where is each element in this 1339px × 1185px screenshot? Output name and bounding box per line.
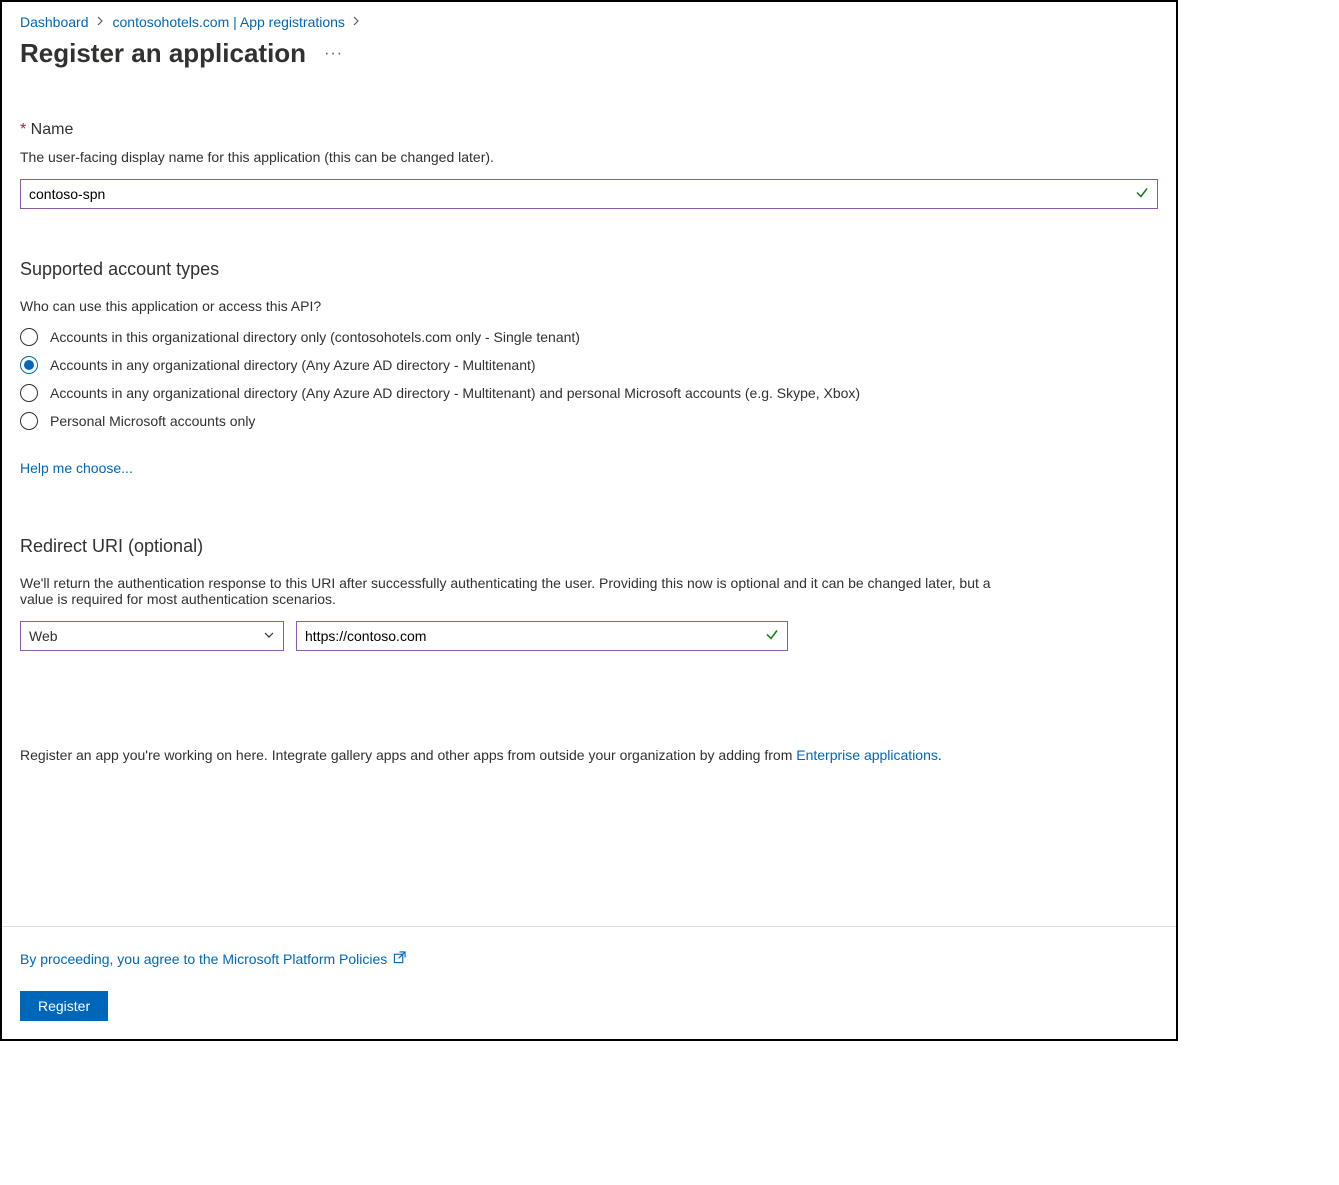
checkmark-icon [1135,186,1149,203]
name-input[interactable] [21,180,1157,208]
radio-label: Accounts in this organizational director… [50,329,580,345]
radio-option-multitenant[interactable]: Accounts in any organizational directory… [20,356,1158,374]
radio-icon [20,328,38,346]
breadcrumb-app-registrations[interactable]: contosohotels.com | App registrations [113,14,345,30]
name-helper-text: The user-facing display name for this ap… [20,149,1158,165]
page-title: Register an application [20,38,306,69]
name-label: Name [31,121,74,138]
redirect-uri-field-wrapper [296,621,788,651]
chevron-right-icon [97,15,105,29]
platform-policies-link[interactable]: By proceeding, you agree to the Microsof… [20,951,387,967]
radio-label: Personal Microsoft accounts only [50,413,255,429]
name-field-wrapper [20,179,1158,209]
radio-label: Accounts in any organizational directory… [50,357,536,373]
help-me-choose-link[interactable]: Help me choose... [20,460,133,476]
enterprise-applications-link[interactable]: Enterprise applications [796,747,938,763]
radio-icon [20,356,38,374]
redirect-uri-heading: Redirect URI (optional) [20,536,1158,557]
redirect-helper-text: We'll return the authentication response… [20,575,1020,607]
radio-icon [20,384,38,402]
register-button[interactable]: Register [20,991,108,1021]
chevron-right-icon [353,15,361,29]
radio-option-multitenant-personal[interactable]: Accounts in any organizational directory… [20,384,1158,402]
required-marker: * [20,121,31,138]
checkmark-icon [765,628,779,645]
account-types-heading: Supported account types [20,259,1158,280]
radio-icon [20,412,38,430]
external-link-icon [393,951,406,967]
platform-select[interactable]: Web [20,621,284,651]
more-options-icon[interactable]: ··· [324,45,343,63]
radio-label: Accounts in any organizational directory… [50,385,860,401]
breadcrumb: Dashboard contosohotels.com | App regist… [20,14,1158,30]
radio-option-single-tenant[interactable]: Accounts in this organizational director… [20,328,1158,346]
breadcrumb-dashboard[interactable]: Dashboard [20,14,89,30]
account-types-question: Who can use this application or access t… [20,298,1158,314]
enterprise-apps-note: Register an app you're working on here. … [20,747,1158,763]
chevron-down-icon [263,628,275,644]
radio-option-personal-only[interactable]: Personal Microsoft accounts only [20,412,1158,430]
redirect-uri-input[interactable] [297,622,787,650]
platform-select-value: Web [29,628,58,644]
